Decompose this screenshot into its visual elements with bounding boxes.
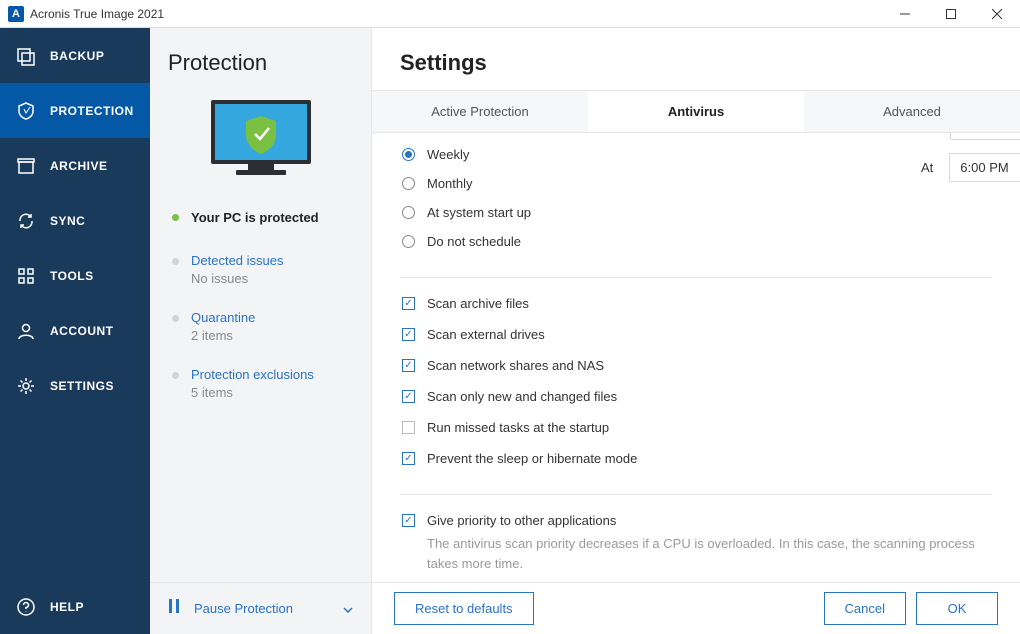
sidebar: BACKUP PROTECTION ARCHIVE SYNC TOOLS ACC… [0, 28, 150, 634]
detected-issues-value: No issues [191, 271, 284, 286]
bullet-icon [172, 258, 179, 265]
sidebar-item-backup[interactable]: BACKUP [0, 28, 150, 83]
time-input[interactable]: 6:00 PM [949, 153, 1020, 182]
divider [400, 494, 992, 495]
checkbox-icon: ✓ [402, 328, 415, 341]
bullet-icon [172, 315, 179, 322]
chk-priority[interactable]: ✓ Give priority to other applications [402, 513, 992, 528]
sidebar-label: BACKUP [50, 49, 104, 63]
status-text: Your PC is protected [191, 210, 319, 225]
settings-title: Settings [372, 28, 1020, 90]
radio-icon [402, 235, 415, 248]
checkbox-icon: ✓ [402, 421, 415, 434]
panel-heading: Protection [150, 28, 371, 86]
app-logo: A [8, 6, 24, 22]
reset-button[interactable]: Reset to defaults [394, 592, 534, 625]
checkbox-icon: ✓ [402, 297, 415, 310]
ok-button[interactable]: OK [916, 592, 998, 625]
schedule-monthly[interactable]: Monthly [402, 176, 992, 191]
sidebar-item-sync[interactable]: SYNC [0, 193, 150, 248]
schedule-weekly[interactable]: Weekly [402, 147, 992, 162]
sync-icon [16, 211, 36, 231]
chk-scan-archive[interactable]: ✓ Scan archive files [402, 296, 992, 311]
checkbox-icon: ✓ [402, 390, 415, 403]
checkbox-icon: ✓ [402, 514, 415, 527]
tab-active-protection[interactable]: Active Protection [372, 91, 588, 132]
shield-icon [16, 101, 36, 121]
sidebar-item-help[interactable]: HELP [0, 579, 150, 634]
footer: Reset to defaults Cancel OK [372, 582, 1020, 634]
sidebar-label: HELP [50, 600, 84, 614]
sidebar-item-tools[interactable]: TOOLS [0, 248, 150, 303]
chk-run-missed[interactable]: ✓ Run missed tasks at the startup [402, 420, 992, 435]
secondary-panel: Protection Your PC is protected Detected… [150, 28, 372, 634]
exclusions-link[interactable]: Protection exclusions [191, 367, 314, 382]
status-dot [172, 214, 179, 221]
account-icon [16, 321, 36, 341]
radio-icon [402, 148, 415, 161]
checkbox-icon: ✓ [402, 359, 415, 372]
sidebar-item-settings[interactable]: SETTINGS [0, 358, 150, 413]
schedule-startup[interactable]: At system start up [402, 205, 992, 220]
chk-scan-new[interactable]: ✓ Scan only new and changed files [402, 389, 992, 404]
pause-protection-button[interactable]: Pause Protection [194, 601, 343, 616]
chk-scan-network[interactable]: ✓ Scan network shares and NAS [402, 358, 992, 373]
detected-issues-link[interactable]: Detected issues [191, 253, 284, 268]
sidebar-label: ARCHIVE [50, 159, 108, 173]
sidebar-item-account[interactable]: ACCOUNT [0, 303, 150, 358]
sidebar-item-archive[interactable]: ARCHIVE [0, 138, 150, 193]
monitor-illustration [150, 86, 371, 204]
maximize-button[interactable] [928, 0, 974, 28]
settings-scroll[interactable]: Weekly At 6:00 PM ▲▼ Monthly At system s… [372, 133, 1020, 582]
chk-scan-external[interactable]: ✓ Scan external drives [402, 327, 992, 342]
minimize-button[interactable] [882, 0, 928, 28]
sidebar-item-protection[interactable]: PROTECTION [0, 83, 150, 138]
chk-prevent-sleep[interactable]: ✓ Prevent the sleep or hibernate mode [402, 451, 992, 466]
close-button[interactable] [974, 0, 1020, 28]
quarantine-value: 2 items [191, 328, 255, 343]
help-icon [16, 597, 36, 617]
cancel-button[interactable]: Cancel [824, 592, 906, 625]
sidebar-label: SETTINGS [50, 379, 114, 393]
tools-icon [16, 266, 36, 286]
schedule-none[interactable]: Do not schedule [402, 234, 992, 249]
checkbox-icon: ✓ [402, 452, 415, 465]
tab-antivirus[interactable]: Antivirus [588, 91, 804, 132]
tab-advanced[interactable]: Advanced [804, 91, 1020, 132]
day-segmented-control[interactable] [950, 133, 1020, 140]
sidebar-label: ACCOUNT [50, 324, 114, 338]
radio-icon [402, 177, 415, 190]
sidebar-label: SYNC [50, 214, 85, 228]
chevron-down-icon[interactable] [343, 600, 353, 618]
divider [400, 277, 992, 278]
gear-icon [16, 376, 36, 396]
quarantine-link[interactable]: Quarantine [191, 310, 255, 325]
exclusions-value: 5 items [191, 385, 314, 400]
backup-icon [16, 46, 36, 66]
bullet-icon [172, 372, 179, 379]
radio-icon [402, 206, 415, 219]
tabs: Active Protection Antivirus Advanced [372, 90, 1020, 133]
sidebar-label: PROTECTION [50, 104, 134, 118]
sidebar-label: TOOLS [50, 269, 94, 283]
app-title: Acronis True Image 2021 [30, 7, 882, 21]
at-label: At [921, 160, 933, 175]
priority-desc: The antivirus scan priority decreases if… [427, 534, 992, 573]
archive-icon [16, 156, 36, 176]
titlebar: A Acronis True Image 2021 [0, 0, 1020, 28]
content-panel: Settings Active Protection Antivirus Adv… [372, 28, 1020, 634]
pause-icon [168, 599, 180, 618]
